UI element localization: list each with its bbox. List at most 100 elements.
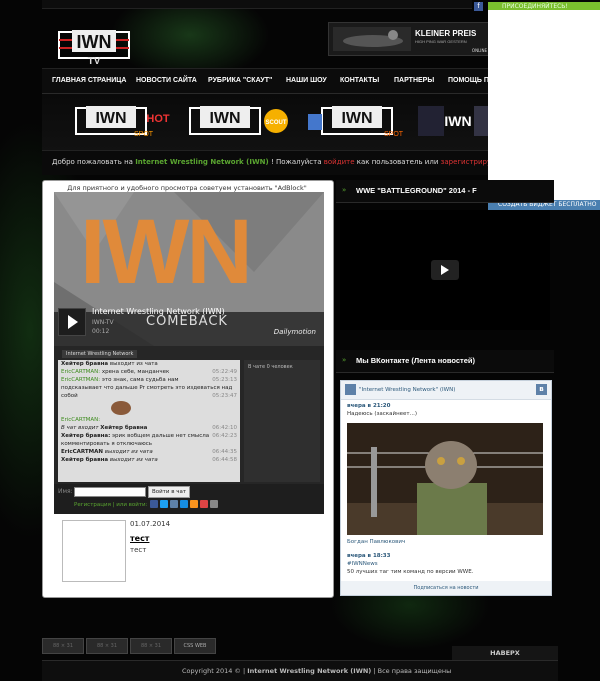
- chat-avatar: [111, 401, 131, 415]
- chat-line: комментировать я отключаюсь: [61, 441, 153, 447]
- chat-line: EricCARTMAN выходит из чата 06:44:35: [61, 449, 237, 455]
- nav-shows[interactable]: НАШИ ШОУ: [286, 77, 327, 84]
- chat-online-count: В чате 0 человек: [248, 364, 293, 370]
- svg-text:IWN: IWN: [341, 110, 372, 127]
- chat-line: EricCARTMAN:: [61, 417, 101, 423]
- svg-text:IWN: IWN: [209, 110, 240, 127]
- chevron-right-icon: »: [342, 356, 347, 364]
- chat-users-panel: В чате 0 человек: [244, 360, 320, 482]
- vk-post-time[interactable]: вчера в 21:20: [347, 403, 390, 409]
- vk-group-name[interactable]: "Internet Wrestling Network" (IWN): [359, 387, 455, 393]
- vk-post-image[interactable]: [347, 423, 543, 535]
- video-section-header: » WWE "BATTLEGROUND" 2014 - F: [336, 180, 554, 203]
- twitter-icon[interactable]: [160, 500, 168, 508]
- nav-scout[interactable]: РУБРИКА "СКАУТ": [208, 77, 272, 84]
- video-player[interactable]: IWN Internet Wrestling Network (IWN) COM…: [54, 192, 324, 346]
- mailru-icon[interactable]: [180, 500, 188, 508]
- facebook-icon[interactable]: [150, 500, 158, 508]
- site-logo[interactable]: IWN TV: [58, 26, 130, 66]
- banner-title: KLEINER PREIS: [415, 29, 477, 38]
- vk-section-title: Мы ВКонтакте (Лента новостей): [356, 356, 475, 365]
- play-button[interactable]: [431, 260, 459, 280]
- counter-button[interactable]: 88 × 31: [86, 638, 128, 654]
- vk-side-widget[interactable]: [488, 10, 600, 200]
- chat-form: Имя: Войти в чат Регистрация | или войти…: [54, 484, 324, 514]
- odnoklassniki-icon[interactable]: [190, 500, 198, 508]
- css-web-badge[interactable]: CSS WEB: [174, 638, 216, 654]
- dailymotion-logo[interactable]: Dailymotion: [274, 328, 316, 336]
- vk-icon[interactable]: [170, 500, 178, 508]
- svg-text:IWN: IWN: [77, 32, 112, 52]
- main-nav: ГЛАВНАЯ СТРАНИЦА НОВОСТИ САЙТА РУБРИКА "…: [42, 68, 489, 95]
- svg-text:SCOUT: SCOUT: [266, 120, 287, 126]
- banner-subtitle: HIGH PING WAR GESTERN: [415, 39, 467, 44]
- chat-name-label: Имя:: [58, 488, 73, 495]
- welcome-site[interactable]: Internet Wrestling Network (IWN): [135, 158, 269, 166]
- vk-post-time-2[interactable]: вчера в 18:33: [347, 553, 390, 559]
- chat-log[interactable]: Хейтер бравна выходит из чата EricCARTMA…: [58, 360, 240, 482]
- show-spot-logo[interactable]: IWN SPOT: [304, 102, 408, 140]
- vk-post-text: Надеюсь (заскайнеет...): [347, 411, 418, 417]
- vk-join-label: ПРИСОЕДИНЯЙТЕСЬ!: [502, 3, 568, 10]
- ad-banner[interactable]: KLEINER PREIS HIGH PING WAR GESTERN ONLI…: [328, 22, 490, 56]
- chat-line: EricCARTMAN: хрена себе, манданчек 05:22:…: [61, 369, 237, 375]
- nav-help[interactable]: ПОМОЩЬ П: [448, 77, 489, 84]
- adblock-notice: Для приятного и удобного просмотра совет…: [67, 184, 307, 192]
- news-date: 01.07.2014: [130, 520, 171, 528]
- vk-post-text-2: 50 лучших таг тим команд по версии WWE.: [347, 569, 474, 575]
- top-bar: [42, 0, 472, 9]
- news-title[interactable]: тест: [130, 534, 149, 543]
- chat-register-link[interactable]: Регистрация | или войти:: [74, 502, 147, 508]
- chat-name-input[interactable]: [74, 487, 146, 497]
- news-excerpt: тест: [130, 546, 147, 554]
- group-avatar[interactable]: [345, 384, 356, 395]
- youtube-player[interactable]: [340, 210, 550, 330]
- chat-line: EricCARTMAN: это знак, сама судьба нам 05…: [61, 377, 237, 383]
- vk-author[interactable]: Богдан Павлюкович: [347, 539, 405, 545]
- chat-box: Internet Wrestling Network Хейтер бравна…: [54, 346, 324, 484]
- chevron-right-icon: »: [342, 186, 347, 194]
- svg-text:IWN: IWN: [444, 113, 471, 129]
- video-duration: 00:12: [92, 328, 110, 335]
- copyright-post: | Все права защищены: [373, 667, 452, 675]
- nav-home[interactable]: ГЛАВНАЯ СТРАНИЦА: [52, 77, 126, 84]
- counter-button[interactable]: 88 × 31: [130, 638, 172, 654]
- vk-subscribe-button[interactable]: Подписаться на новости: [341, 581, 551, 595]
- nav-contacts[interactable]: КОНТАКТЫ: [340, 77, 379, 84]
- chat-tab[interactable]: Internet Wrestling Network: [62, 350, 138, 358]
- welcome-pre: Добро пожаловать на: [52, 158, 133, 166]
- back-to-top-button[interactable]: НАВЕРХ: [452, 646, 558, 660]
- chat-line: собой 05:23:47: [61, 393, 237, 399]
- yandex-icon[interactable]: [210, 500, 218, 508]
- counter-button[interactable]: 88 × 31: [42, 638, 84, 654]
- vk-section-header: » Мы ВКонтакте (Лента новостей): [336, 350, 554, 373]
- play-button[interactable]: [58, 308, 86, 336]
- chat-enter-button[interactable]: Войти в чат: [148, 486, 190, 498]
- chat-line: Хейтер бравна выходит из чата: [61, 361, 158, 367]
- vk-logo-icon[interactable]: в: [536, 384, 547, 395]
- copyright-site[interactable]: Internet Wrestling Network (IWN): [247, 667, 371, 675]
- svg-text:HOT: HOT: [146, 113, 170, 125]
- login-link[interactable]: войдите: [324, 158, 355, 166]
- shows-strip: IWN HOT SPOT IWN SCOUT IWN SPOT IWN: [42, 94, 522, 150]
- video-iwn-text: IWN: [80, 201, 253, 303]
- banner-image: [333, 27, 411, 51]
- welcome-text: Добро пожаловать на Internet Wrestling N…: [52, 158, 517, 166]
- news-thumbnail[interactable]: [62, 520, 126, 582]
- chat-line: В чат входит Хейтер бравна 06:42:10: [61, 425, 237, 431]
- svg-text:SPOT: SPOT: [134, 131, 154, 138]
- nav-news[interactable]: НОВОСТИ САЙТА: [136, 77, 197, 84]
- chat-line: подсказывает что дальше Pr смотреть это …: [61, 385, 233, 391]
- copyright: Copyright 2014 © | Internet Wrestling Ne…: [182, 667, 452, 675]
- facebook-icon[interactable]: f: [474, 2, 483, 11]
- banner-online: ONLINE: [471, 48, 487, 53]
- vk-hashtag[interactable]: #IWNNews: [347, 561, 378, 567]
- nav-partners[interactable]: ПАРТНЕРЫ: [394, 77, 434, 84]
- video-section-title: WWE "BATTLEGROUND" 2014 - F: [356, 186, 477, 195]
- video-channel[interactable]: IWN-TV: [92, 319, 114, 326]
- show-scout-logo[interactable]: IWN SCOUT: [188, 102, 292, 140]
- show-hotspot-logo[interactable]: IWN HOT SPOT: [74, 102, 178, 140]
- svg-text:SPOT: SPOT: [384, 131, 404, 138]
- chat-line: Хейтер бравна выходит из чата 06:44:58: [61, 457, 237, 463]
- google-icon[interactable]: [200, 500, 208, 508]
